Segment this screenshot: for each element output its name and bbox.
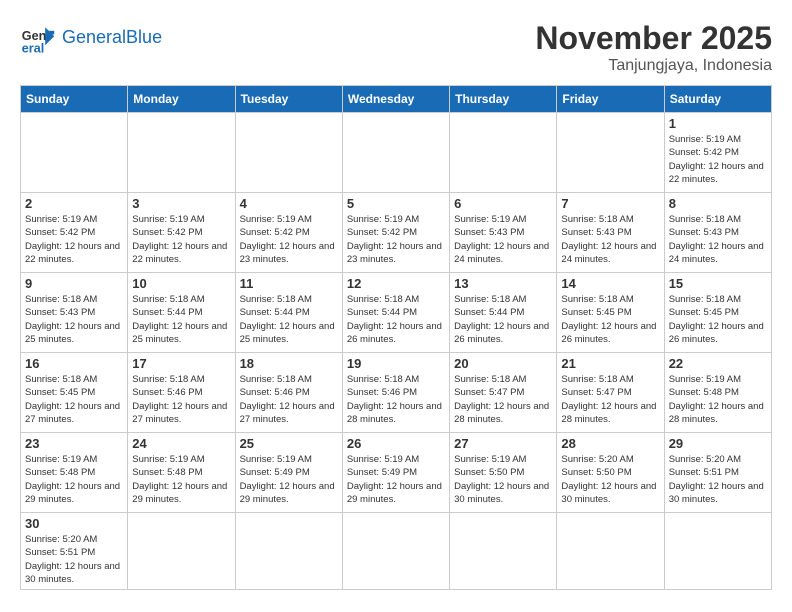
day-5: 5 Sunrise: 5:19 AMSunset: 5:42 PMDayligh…	[342, 193, 449, 273]
header-tuesday: Tuesday	[235, 86, 342, 113]
logo-text: GeneralBlue	[62, 27, 162, 49]
empty-cell	[557, 113, 664, 193]
day-11: 11 Sunrise: 5:18 AMSunset: 5:44 PMDaylig…	[235, 273, 342, 353]
day-24: 24 Sunrise: 5:19 AMSunset: 5:48 PMDaylig…	[128, 433, 235, 513]
day-2: 2 Sunrise: 5:19 AMSunset: 5:42 PMDayligh…	[21, 193, 128, 273]
weekday-header-row: Sunday Monday Tuesday Wednesday Thursday…	[21, 86, 772, 113]
day-3: 3 Sunrise: 5:19 AMSunset: 5:42 PMDayligh…	[128, 193, 235, 273]
day-4: 4 Sunrise: 5:19 AMSunset: 5:42 PMDayligh…	[235, 193, 342, 273]
header-thursday: Thursday	[450, 86, 557, 113]
day-12: 12 Sunrise: 5:18 AMSunset: 5:44 PMDaylig…	[342, 273, 449, 353]
empty-cell	[21, 113, 128, 193]
page-header: Gen eral GeneralBlue November 2025 Tanju…	[20, 20, 772, 75]
day-22: 22 Sunrise: 5:19 AMSunset: 5:48 PMDaylig…	[664, 353, 771, 433]
calendar-row-2: 2 Sunrise: 5:19 AMSunset: 5:42 PMDayligh…	[21, 193, 772, 273]
calendar-row-3: 9 Sunrise: 5:18 AMSunset: 5:43 PMDayligh…	[21, 273, 772, 353]
day-14: 14 Sunrise: 5:18 AMSunset: 5:45 PMDaylig…	[557, 273, 664, 353]
day-18: 18 Sunrise: 5:18 AMSunset: 5:46 PMDaylig…	[235, 353, 342, 433]
day-29: 29 Sunrise: 5:20 AMSunset: 5:51 PMDaylig…	[664, 433, 771, 513]
calendar-table: Sunday Monday Tuesday Wednesday Thursday…	[20, 85, 772, 590]
day-13: 13 Sunrise: 5:18 AMSunset: 5:44 PMDaylig…	[450, 273, 557, 353]
empty-cell	[450, 113, 557, 193]
logo: Gen eral GeneralBlue	[20, 20, 162, 56]
logo-icon: Gen eral	[20, 20, 56, 56]
day-10: 10 Sunrise: 5:18 AMSunset: 5:44 PMDaylig…	[128, 273, 235, 353]
calendar-row-4: 16 Sunrise: 5:18 AMSunset: 5:45 PMDaylig…	[21, 353, 772, 433]
empty-cell	[664, 513, 771, 590]
empty-cell	[235, 513, 342, 590]
empty-cell	[128, 513, 235, 590]
day-30: 30 Sunrise: 5:20 AMSunset: 5:51 PMDaylig…	[21, 513, 128, 590]
day-17: 17 Sunrise: 5:18 AMSunset: 5:46 PMDaylig…	[128, 353, 235, 433]
day-16: 16 Sunrise: 5:18 AMSunset: 5:45 PMDaylig…	[21, 353, 128, 433]
day-8: 8 Sunrise: 5:18 AMSunset: 5:43 PMDayligh…	[664, 193, 771, 273]
svg-text:eral: eral	[22, 41, 44, 55]
day-26: 26 Sunrise: 5:19 AMSunset: 5:49 PMDaylig…	[342, 433, 449, 513]
calendar-row-5: 23 Sunrise: 5:19 AMSunset: 5:48 PMDaylig…	[21, 433, 772, 513]
header-friday: Friday	[557, 86, 664, 113]
day-20: 20 Sunrise: 5:18 AMSunset: 5:47 PMDaylig…	[450, 353, 557, 433]
header-wednesday: Wednesday	[342, 86, 449, 113]
location: Tanjungjaya, Indonesia	[535, 57, 772, 75]
day-21: 21 Sunrise: 5:18 AMSunset: 5:47 PMDaylig…	[557, 353, 664, 433]
day-19: 19 Sunrise: 5:18 AMSunset: 5:46 PMDaylig…	[342, 353, 449, 433]
empty-cell	[235, 113, 342, 193]
empty-cell	[450, 513, 557, 590]
header-monday: Monday	[128, 86, 235, 113]
empty-cell	[557, 513, 664, 590]
header-saturday: Saturday	[664, 86, 771, 113]
day-23: 23 Sunrise: 5:19 AMSunset: 5:48 PMDaylig…	[21, 433, 128, 513]
day-1: 1 Sunrise: 5:19 AMSunset: 5:42 PMDayligh…	[664, 113, 771, 193]
day-27: 27 Sunrise: 5:19 AMSunset: 5:50 PMDaylig…	[450, 433, 557, 513]
calendar-row-6: 30 Sunrise: 5:20 AMSunset: 5:51 PMDaylig…	[21, 513, 772, 590]
day-6: 6 Sunrise: 5:19 AMSunset: 5:43 PMDayligh…	[450, 193, 557, 273]
day-28: 28 Sunrise: 5:20 AMSunset: 5:50 PMDaylig…	[557, 433, 664, 513]
calendar-row-1: 1 Sunrise: 5:19 AMSunset: 5:42 PMDayligh…	[21, 113, 772, 193]
title-section: November 2025 Tanjungjaya, Indonesia	[535, 20, 772, 75]
day-15: 15 Sunrise: 5:18 AMSunset: 5:45 PMDaylig…	[664, 273, 771, 353]
logo-general: General	[62, 27, 126, 47]
month-title: November 2025	[535, 20, 772, 57]
day-25: 25 Sunrise: 5:19 AMSunset: 5:49 PMDaylig…	[235, 433, 342, 513]
empty-cell	[128, 113, 235, 193]
empty-cell	[342, 113, 449, 193]
header-sunday: Sunday	[21, 86, 128, 113]
day-9: 9 Sunrise: 5:18 AMSunset: 5:43 PMDayligh…	[21, 273, 128, 353]
empty-cell	[342, 513, 449, 590]
logo-blue: Blue	[126, 27, 162, 47]
day-7: 7 Sunrise: 5:18 AMSunset: 5:43 PMDayligh…	[557, 193, 664, 273]
